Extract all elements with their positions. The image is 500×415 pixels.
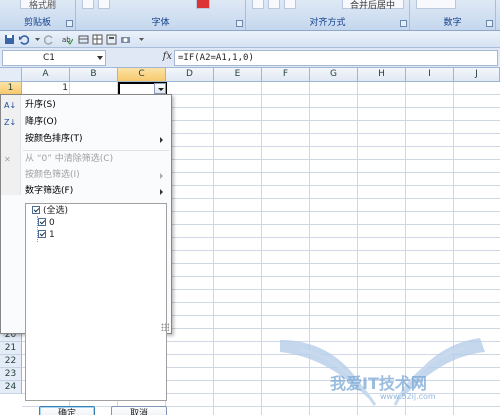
- ok-button[interactable]: 确定: [39, 406, 95, 415]
- align-right-button[interactable]: [284, 0, 296, 9]
- autofilter-menu: A↓ 升序(S) Z↓ 降序(O) 按颜色排序(T) ✕ 从 “0” 中清除筛选…: [0, 94, 172, 415]
- submenu-arrow-icon: [160, 189, 163, 195]
- sort-ascending-icon: A↓: [4, 101, 17, 110]
- row-header-24[interactable]: 24: [0, 381, 22, 394]
- menu-item-label: 按颜色筛选(I): [25, 170, 80, 180]
- cell-a1[interactable]: 1: [22, 83, 68, 93]
- menu-item-clear-filter: ✕ 从 “0” 中清除筛选(C): [1, 151, 171, 168]
- menu-item-label: 按颜色排序(T): [25, 134, 83, 144]
- clipboard-group-label: 剪贴板: [23, 18, 51, 28]
- insert-function-icon[interactable]: fx: [163, 51, 172, 62]
- filter-value-label: 0: [49, 218, 55, 228]
- alignment-launcher-icon[interactable]: [400, 20, 407, 27]
- menu-item-sort-descending[interactable]: Z↓ 降序(O): [1, 114, 171, 131]
- align-left-button[interactable]: [252, 0, 264, 9]
- menu-item-number-filters[interactable]: 数字筛选(F): [1, 183, 171, 200]
- column-header-d[interactable]: D: [166, 68, 214, 82]
- filter-values-list[interactable]: (全选) 0 1: [25, 203, 167, 401]
- number-group: 数字: [410, 0, 496, 30]
- clipboard-group: 格式刷 剪贴板: [0, 0, 76, 30]
- resize-grip-icon[interactable]: [161, 323, 169, 331]
- menu-item-label: 升序(S): [25, 100, 56, 110]
- name-box-dropdown-icon[interactable]: [97, 56, 103, 60]
- customize-toolbar-icon[interactable]: [136, 34, 147, 45]
- italic-button[interactable]: [98, 0, 110, 9]
- clear-filter-icon: ✕: [4, 155, 11, 164]
- alignment-group: 合并后居中 对齐方式: [246, 0, 410, 30]
- select-all-corner[interactable]: [0, 68, 22, 82]
- row-header-21[interactable]: 21: [0, 342, 22, 355]
- font-color-button[interactable]: [196, 0, 210, 9]
- formula-text: =IF(A2=A1,1,0): [178, 53, 254, 63]
- column-header-a[interactable]: A: [22, 68, 70, 82]
- svg-text:ab: ab: [62, 36, 71, 44]
- column-header-e[interactable]: E: [214, 68, 262, 82]
- menu-item-sort-ascending[interactable]: A↓ 升序(S): [1, 97, 171, 114]
- font-group: 字体: [76, 0, 246, 30]
- menu-item-filter-by-color: 按颜色筛选(I): [1, 167, 171, 184]
- cancel-button[interactable]: 取消: [111, 406, 167, 415]
- menu-item-label: 数字筛选(F): [25, 186, 74, 196]
- menu-item-sort-by-color[interactable]: 按颜色排序(T): [1, 131, 171, 148]
- name-box[interactable]: C1: [2, 50, 106, 66]
- column-header-c[interactable]: C: [118, 68, 166, 82]
- camera-icon[interactable]: [120, 34, 131, 45]
- fx-area: fx: [112, 50, 174, 66]
- column-header-b[interactable]: B: [70, 68, 118, 82]
- alignment-group-label: 对齐方式: [309, 18, 346, 28]
- autofilter-dropdown-button[interactable]: [154, 83, 166, 94]
- save-icon[interactable]: [4, 34, 15, 45]
- column-header-j[interactable]: J: [454, 68, 500, 82]
- grid-icon[interactable]: [92, 34, 103, 45]
- watermark-url: www.52ij.com: [380, 392, 436, 401]
- row-header-22[interactable]: 22: [0, 355, 22, 368]
- column-header-h[interactable]: H: [358, 68, 406, 82]
- checkbox-checked-icon[interactable]: [38, 229, 46, 238]
- checkbox-checked-icon[interactable]: [32, 205, 40, 214]
- menu-item-label: 从 “0” 中清除筛选(C): [25, 154, 114, 164]
- menu-item-label: 降序(O): [25, 117, 58, 127]
- formula-input[interactable]: =IF(A2=A1,1,0): [174, 50, 498, 66]
- submenu-arrow-icon: [160, 173, 163, 179]
- filter-value-0[interactable]: 0: [38, 217, 55, 229]
- filter-value-1[interactable]: 1: [38, 229, 55, 241]
- ribbon: 格式刷 剪贴板 字体 合并后居中 对齐方式 数字: [0, 0, 500, 31]
- column-header-g[interactable]: G: [310, 68, 358, 82]
- spelling-icon[interactable]: ab: [62, 34, 73, 45]
- filter-value-label: (全选): [43, 206, 69, 216]
- clipboard-launcher-icon[interactable]: [66, 20, 73, 27]
- column-header-f[interactable]: F: [262, 68, 310, 82]
- checkbox-checked-icon[interactable]: [38, 217, 46, 226]
- number-launcher-icon[interactable]: [486, 20, 493, 27]
- number-format-button[interactable]: [416, 0, 456, 9]
- watermark-text: 我爱IT技术网: [330, 374, 427, 393]
- bold-button[interactable]: [82, 0, 94, 9]
- sort-icon[interactable]: [78, 34, 89, 45]
- number-group-label: 数字: [443, 18, 462, 28]
- row-header-23[interactable]: 23: [0, 368, 22, 381]
- merge-center-label: 合并后居中: [350, 1, 396, 11]
- filter-value-label: 1: [49, 230, 55, 240]
- filter-value-select-all[interactable]: (全选): [32, 205, 69, 217]
- align-center-button[interactable]: [268, 0, 280, 9]
- format-painter-label: 格式刷: [29, 1, 57, 11]
- form-icon[interactable]: [106, 34, 117, 45]
- undo-icon[interactable]: [18, 34, 29, 45]
- font-launcher-icon[interactable]: [236, 20, 243, 27]
- name-box-value: C1: [43, 53, 56, 63]
- dropdown-arrow-icon[interactable]: [32, 34, 43, 45]
- submenu-arrow-icon: [160, 137, 163, 143]
- formula-bar: C1 fx =IF(A2=A1,1,0): [0, 48, 500, 68]
- quick-access-toolbar: ab: [0, 31, 500, 48]
- font-group-label: 字体: [151, 18, 170, 28]
- column-header-i[interactable]: I: [406, 68, 454, 82]
- sort-descending-icon: Z↓: [4, 118, 17, 127]
- redo-icon[interactable]: [44, 34, 55, 45]
